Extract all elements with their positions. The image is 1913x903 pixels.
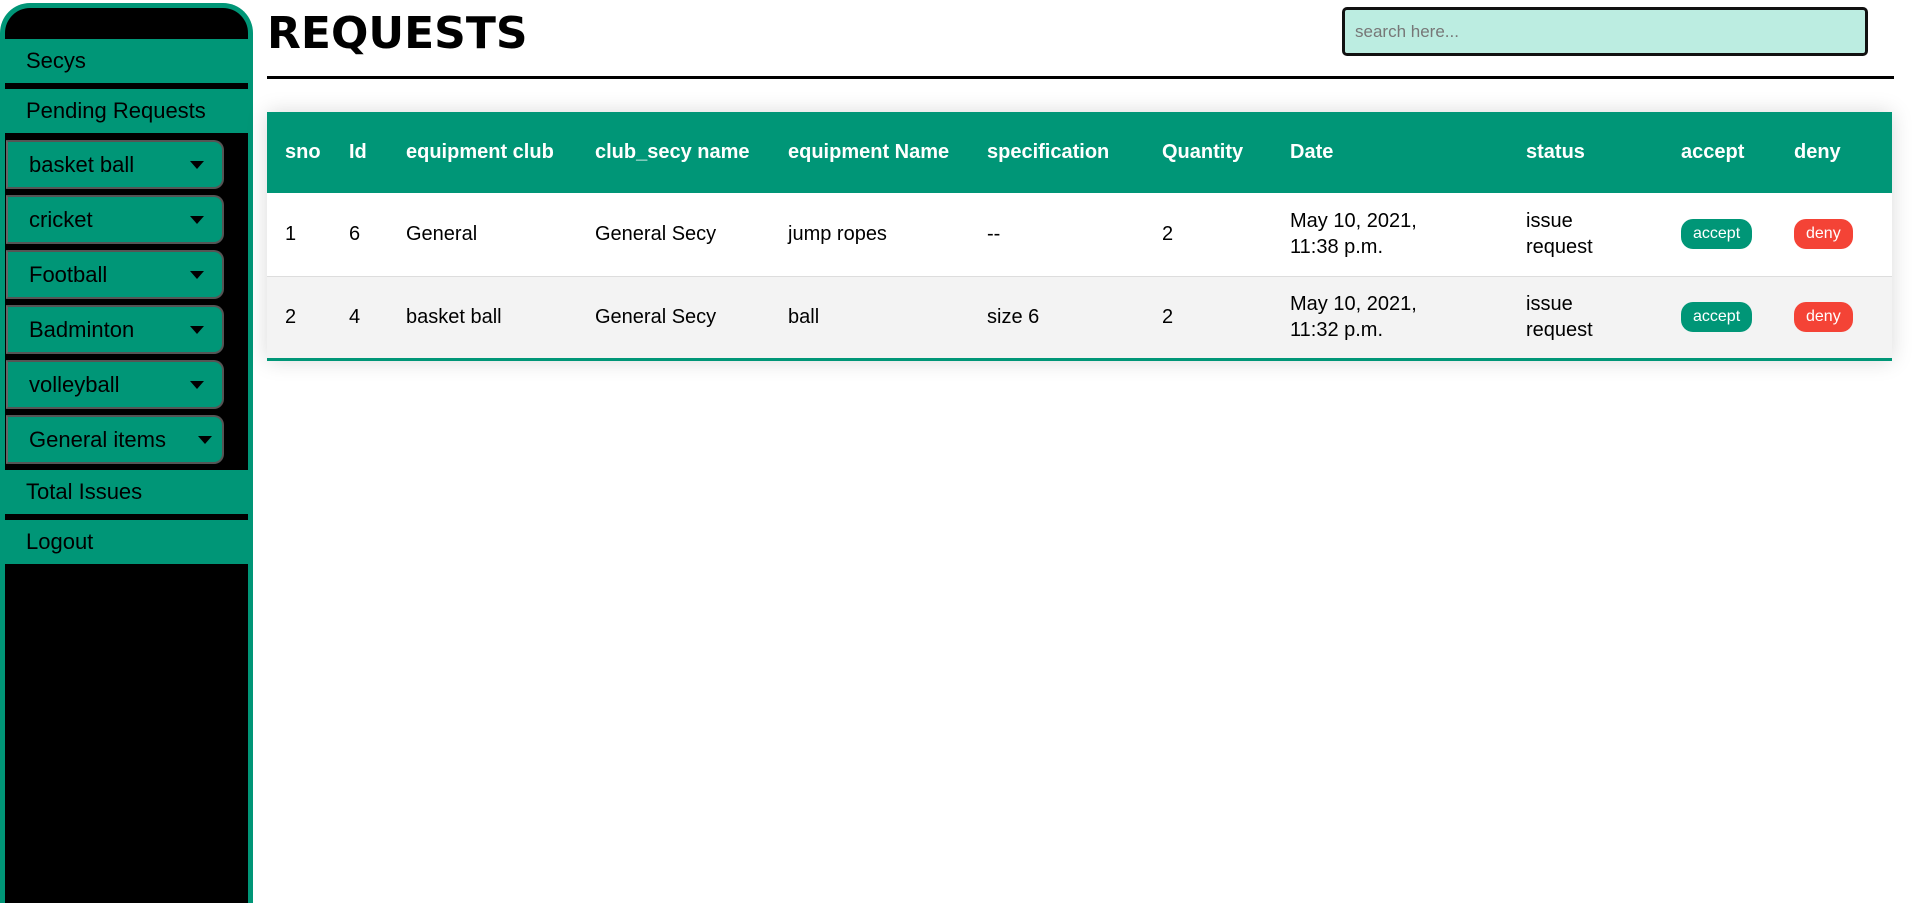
cell-qty: 2 xyxy=(1162,223,1174,246)
cell-sno: 1 xyxy=(285,223,297,246)
accept-button[interactable]: accept xyxy=(1681,219,1753,250)
caret-down-icon xyxy=(190,380,204,389)
caret-down-icon xyxy=(190,270,204,279)
caret-down-icon xyxy=(190,325,204,334)
table-row: 1 6 General General Secy jump ropes -- 2… xyxy=(267,193,1892,276)
cell-status: issue request xyxy=(1526,210,1593,259)
cell-sno: 2 xyxy=(285,306,297,328)
col-club-secy-name: club_secy name xyxy=(595,141,750,163)
requests-table: sno Id equipment club club_secy name equ… xyxy=(267,112,1892,361)
table-header: sno Id equipment club club_secy name equ… xyxy=(267,112,1892,193)
dropdown-label: Football xyxy=(29,261,108,287)
cell-id: 6 xyxy=(349,223,361,246)
sidebar: Secys Pending Requests basket ball crick… xyxy=(0,3,253,903)
dropdown-football[interactable]: Football xyxy=(6,250,224,299)
dropdown-badminton[interactable]: Badminton xyxy=(6,305,224,354)
cell-name: ball xyxy=(788,306,820,328)
col-sno: sno xyxy=(285,141,321,163)
cell-date: May 10, 2021, 11:38 p.m. xyxy=(1290,210,1417,259)
cell-spec: -- xyxy=(987,223,1001,246)
dropdown-label: volleyball xyxy=(29,371,120,397)
col-accept: accept xyxy=(1681,141,1745,163)
cell-date: May 10, 2021, 11:32 p.m. xyxy=(1290,293,1417,341)
cell-name: jump ropes xyxy=(788,223,887,246)
dropdown-cricket[interactable]: cricket xyxy=(6,195,224,244)
dropdown-volleyball[interactable]: volleyball xyxy=(6,360,224,409)
dropdown-label: General items xyxy=(29,426,166,452)
col-date: Date xyxy=(1290,141,1334,163)
nav-logout[interactable]: Logout xyxy=(5,520,248,564)
caret-down-icon xyxy=(190,215,204,224)
cell-secy: General Secy xyxy=(595,223,717,246)
cell-secy: General Secy xyxy=(595,306,717,328)
cell-id: 4 xyxy=(349,306,361,328)
cell-status: issue request xyxy=(1526,293,1593,341)
deny-button[interactable]: deny xyxy=(1794,302,1853,332)
cell-spec: size 6 xyxy=(987,306,1040,328)
deny-button[interactable]: deny xyxy=(1794,219,1853,250)
table-row: 2 4 basket ball General Secy ball size 6… xyxy=(267,276,1892,359)
cell-club: basket ball xyxy=(406,306,502,328)
accept-button[interactable]: accept xyxy=(1681,302,1753,332)
caret-down-icon xyxy=(190,160,204,169)
dropdown-general-items[interactable]: General items xyxy=(6,415,224,464)
nav-pending-requests[interactable]: Pending Requests xyxy=(5,89,248,133)
dropdown-label: cricket xyxy=(29,206,93,232)
cell-club: General xyxy=(406,223,478,246)
cell-qty: 2 xyxy=(1162,306,1174,328)
col-specification: specification xyxy=(987,141,1110,163)
col-deny: deny xyxy=(1794,141,1841,163)
col-quantity: Quantity xyxy=(1162,141,1244,163)
search-input[interactable] xyxy=(1342,7,1868,56)
dropdown-basket-ball[interactable]: basket ball xyxy=(6,140,224,189)
col-equipment-name: equipment Name xyxy=(788,141,950,163)
col-id: Id xyxy=(349,141,367,163)
nav-total-issues[interactable]: Total Issues xyxy=(5,470,248,514)
dropdown-label: Badminton xyxy=(29,316,135,342)
caret-down-icon xyxy=(198,435,212,444)
nav-secys[interactable]: Secys xyxy=(5,39,248,83)
col-equipment-club: equipment club xyxy=(406,141,554,163)
page-title: REQUESTS xyxy=(267,8,528,59)
divider xyxy=(267,76,1894,79)
col-status: status xyxy=(1526,141,1585,163)
dropdown-label: basket ball xyxy=(29,151,135,177)
